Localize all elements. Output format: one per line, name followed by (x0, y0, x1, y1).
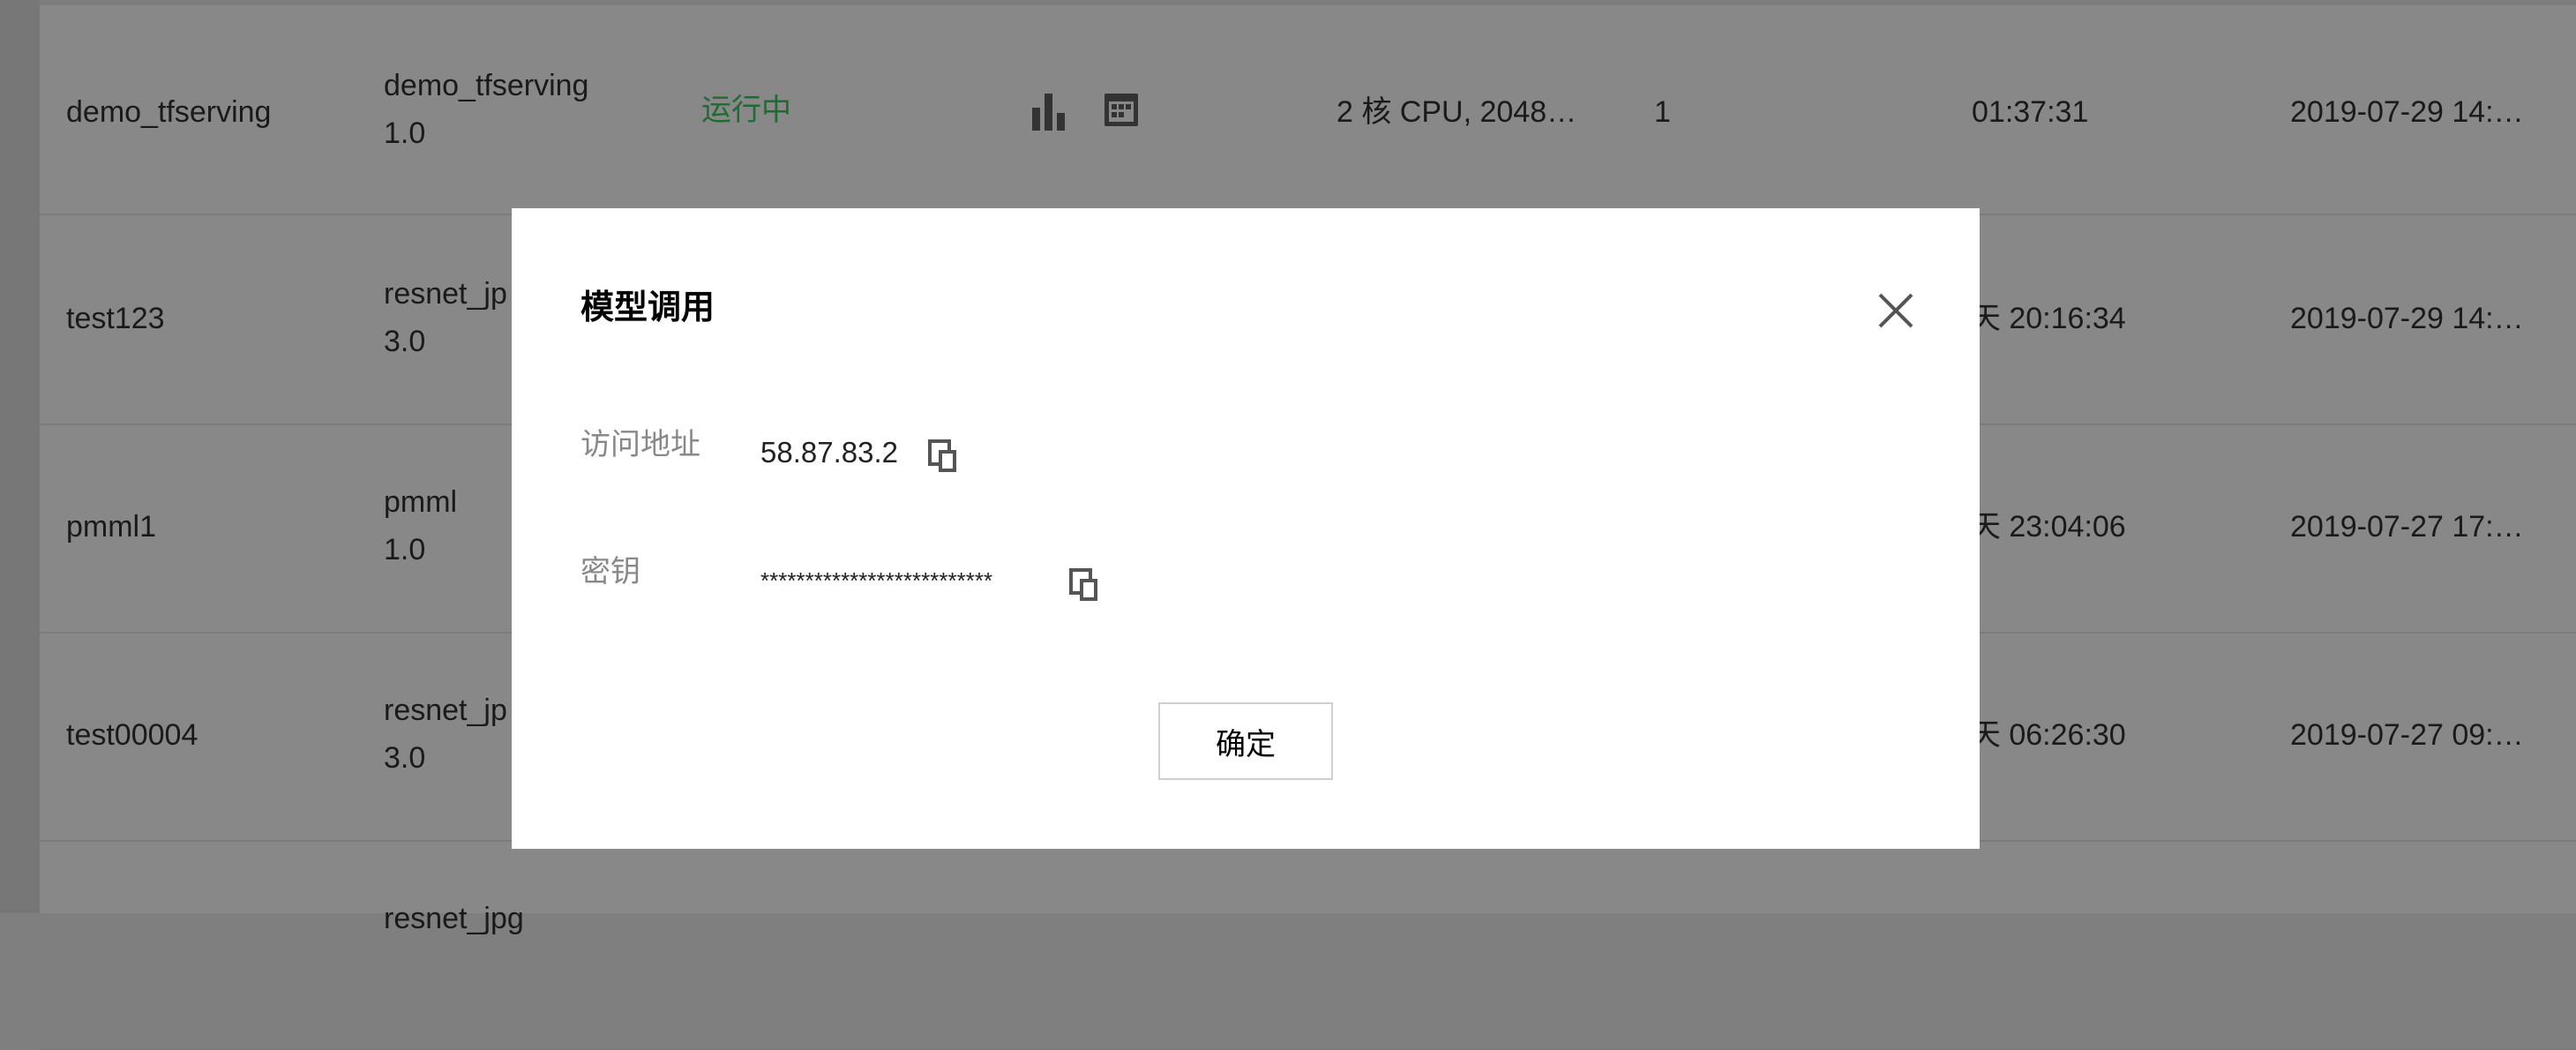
model-invoke-dialog: 模型调用 访问地址 58.87.83.2 密钥 ****************… (512, 208, 1980, 849)
model-version: 1.0 (384, 116, 426, 150)
status-badge: 运行中 (701, 94, 791, 127)
copy-icon[interactable] (1069, 568, 1101, 604)
dialog-title: 模型调用 (580, 289, 715, 326)
resource-spec: 2 核 CPU, 2048… (1337, 95, 1577, 129)
runtime: 1天 23:04:06 (1954, 510, 2126, 544)
table-row: demo_tfserving demo_tfserving 1.0 运行中 2 … (40, 5, 2576, 215)
created-time: 2019-07-29 14:… (2290, 95, 2524, 129)
service-name[interactable]: test00004 (66, 711, 198, 759)
model-name: resnet_jpg (384, 902, 524, 935)
key-value: ************************** (760, 567, 993, 594)
runtime: 01:37:31 (1972, 95, 2089, 129)
copy-icon[interactable] (928, 439, 960, 475)
model-version: 3.0 (384, 741, 426, 775)
bar-chart-icon[interactable] (1032, 92, 1065, 131)
model-name: resnet_jp (384, 277, 507, 311)
confirm-button[interactable]: 确定 (1158, 702, 1333, 780)
instance-count: 1 (1654, 95, 1671, 129)
model-name: pmml (384, 485, 458, 519)
runtime: 2天 06:26:30 (1954, 718, 2126, 752)
address-value: 58.87.83.2 (760, 436, 898, 469)
runtime: 2天 20:16:34 (1954, 302, 2126, 335)
created-time: 2019-07-27 17:… (2290, 510, 2524, 544)
created-time: 2019-07-27 09:… (2290, 718, 2524, 752)
service-name[interactable]: demo_tfserving (66, 88, 271, 136)
table-row: resnet_jpg (40, 840, 2576, 1050)
close-icon[interactable] (1875, 289, 1917, 332)
calendar-icon[interactable] (1102, 90, 1141, 129)
created-time: 2019-07-29 14:… (2290, 302, 2524, 335)
left-gutter (0, 0, 40, 913)
service-name[interactable]: test123 (66, 295, 165, 342)
model-version: 3.0 (384, 325, 426, 358)
address-label: 访问地址 (580, 428, 700, 461)
model-version: 1.0 (384, 533, 426, 566)
model-name: demo_tfserving (384, 69, 589, 102)
model-name: resnet_jp (384, 694, 507, 727)
service-name[interactable]: pmml1 (66, 503, 156, 551)
key-label: 密钥 (580, 555, 640, 589)
